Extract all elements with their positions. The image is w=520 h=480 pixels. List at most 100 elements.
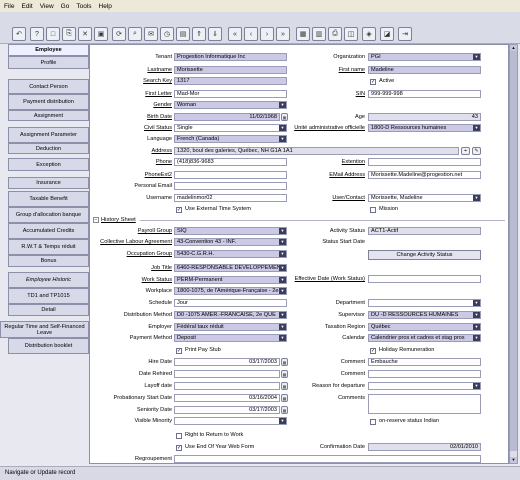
calendar-icon[interactable]: ▦: [281, 394, 288, 402]
comments-field[interactable]: [368, 394, 481, 414]
chevron-down-icon[interactable]: ▼: [473, 312, 480, 318]
holiday-remuneration-checkbox[interactable]: ✓ Holiday Remuneration: [370, 347, 434, 354]
chevron-down-icon[interactable]: ▼: [279, 288, 286, 294]
save-icon[interactable]: ▣: [94, 27, 108, 41]
personal-email-field[interactable]: [174, 182, 287, 190]
chevron-down-icon[interactable]: ▼: [473, 195, 480, 201]
address-field[interactable]: 1320, boul des galeries, Québec, NH G1A …: [174, 147, 459, 155]
supervisor-select[interactable]: DU -D RESSOURCES HUMAINES ▼: [368, 311, 481, 319]
print-icon[interactable]: ⎙: [328, 27, 342, 41]
parent-record-icon[interactable]: ⇑: [192, 27, 206, 41]
product-info-icon[interactable]: ◪: [380, 27, 394, 41]
on-reserve-checkbox[interactable]: on-reserve status Indian: [370, 418, 439, 425]
firstname-field[interactable]: Madeline: [368, 66, 481, 74]
work-status-select[interactable]: PERM-Permanent ▼: [174, 276, 287, 284]
phone-ext2-field[interactable]: [174, 171, 287, 179]
tab-payment-distribution[interactable]: Payment distribution: [8, 94, 89, 110]
calendar-select[interactable]: Calendrier pros et cadres et stag pros ▼: [368, 334, 481, 342]
next-record-icon[interactable]: ›: [260, 27, 274, 41]
department-select[interactable]: ▼: [368, 299, 481, 307]
tab-group-allocation-banque[interactable]: Group d'allocation banque: [8, 207, 89, 223]
payroll-group-select[interactable]: SIQ ▼: [174, 227, 287, 235]
history-sheet-header[interactable]: − History Sheet: [93, 217, 136, 223]
chevron-down-icon[interactable]: ▼: [473, 335, 480, 341]
active-checkbox[interactable]: ✓ Active: [370, 78, 394, 85]
edit-address-icon[interactable]: ✎: [472, 147, 481, 155]
menu-edit[interactable]: Edit: [21, 3, 32, 10]
effective-date-field[interactable]: [368, 275, 481, 283]
chevron-down-icon[interactable]: ▼: [473, 300, 480, 306]
find-icon[interactable]: ⌕: [128, 27, 142, 41]
occupation-group-select[interactable]: 5430-C.G.R.H. ▼: [174, 250, 287, 258]
calendar-icon[interactable]: ▦: [281, 113, 288, 121]
probationary-start-field[interactable]: 03/16/2004: [174, 394, 280, 402]
tab-assignment-parameter[interactable]: Assignment Parameter: [8, 127, 89, 143]
email-field[interactable]: Morissette.Madeline@progestion.net: [368, 171, 481, 179]
sin-field[interactable]: 999-999-998: [368, 90, 481, 98]
chevron-down-icon[interactable]: ▼: [279, 324, 286, 330]
grid-toggle-icon[interactable]: ▤: [176, 27, 190, 41]
cla-select[interactable]: 43-Convention 43 - INF. ▼: [174, 238, 287, 246]
location-icon[interactable]: ⌖: [461, 147, 470, 155]
delete-icon[interactable]: ✕: [78, 27, 92, 41]
chevron-down-icon[interactable]: ▼: [279, 251, 286, 257]
archive-icon[interactable]: ▥: [312, 27, 326, 41]
detail-record-icon[interactable]: ⇓: [208, 27, 222, 41]
chevron-down-icon[interactable]: ▼: [279, 312, 286, 318]
date-rehired-field[interactable]: [174, 370, 280, 378]
refresh-icon[interactable]: ⟳: [112, 27, 126, 41]
first-letter-field[interactable]: Mad-Mor: [174, 90, 287, 98]
payment-method-select[interactable]: Deposit ▼: [174, 334, 287, 342]
reason-departure-select[interactable]: ▼: [368, 382, 481, 390]
organization-field[interactable]: PGI ▼: [368, 53, 481, 61]
report-icon[interactable]: ▦: [296, 27, 310, 41]
birth-date-field[interactable]: 11/02/1968: [174, 113, 280, 121]
tab-employee-historic[interactable]: Employee Historic: [8, 272, 89, 288]
tab-rwt-temps-reduit[interactable]: R.W.T & Temps réduit: [8, 239, 89, 255]
scrollbar-thumb[interactable]: [510, 51, 517, 451]
print-preview-icon[interactable]: ◫: [344, 27, 358, 41]
scroll-down-icon[interactable]: ▼: [510, 457, 517, 463]
chevron-down-icon[interactable]: ▼: [473, 125, 480, 131]
regroupement-field[interactable]: [174, 455, 481, 463]
chevron-down-icon[interactable]: ▼: [279, 136, 286, 142]
exit-icon[interactable]: ⇥: [398, 27, 412, 41]
extention-field[interactable]: [368, 158, 481, 166]
unit-select[interactable]: 1800-D Ressources humaines ▼: [368, 124, 481, 132]
end-of-year-web-form-checkbox[interactable]: ✓ Use End Of Year Web Form: [176, 444, 254, 451]
phone-field[interactable]: (418)836-9683: [174, 158, 287, 166]
first-record-icon[interactable]: «: [228, 27, 242, 41]
chevron-down-icon[interactable]: ▼: [279, 239, 286, 245]
calendar-icon[interactable]: ▦: [281, 382, 288, 390]
tab-taxable-benefit[interactable]: Taxable Benefit: [8, 191, 89, 207]
tab-distribution-booklet[interactable]: Distribution booklet: [8, 338, 89, 354]
tab-exception[interactable]: Exception: [8, 158, 89, 171]
chevron-down-icon[interactable]: ▼: [473, 324, 480, 330]
employer-select[interactable]: Fédéral taux réduit ▼: [174, 323, 287, 331]
user-contact-select[interactable]: Morissette, Madeline ▼: [368, 194, 481, 202]
lastname-field[interactable]: Morissette: [174, 66, 287, 74]
chevron-down-icon[interactable]: ▼: [279, 418, 286, 424]
menu-help[interactable]: Help: [99, 3, 112, 10]
chevron-down-icon[interactable]: ▼: [279, 102, 286, 108]
copy-icon[interactable]: ⎘: [62, 27, 76, 41]
workplace-select[interactable]: 1800-1075, de l'Amérique-Française - 2e ▼: [174, 287, 287, 295]
print-pay-stub-checkbox[interactable]: ✓ Print Pay Stub: [176, 347, 221, 354]
chevron-down-icon[interactable]: ▼: [473, 54, 480, 60]
tab-profile[interactable]: Profile: [8, 56, 89, 69]
language-select[interactable]: French (Canada) ▼: [174, 135, 287, 143]
undo-icon[interactable]: ↶: [12, 27, 26, 41]
schedule-field[interactable]: Jour: [174, 299, 287, 307]
chevron-down-icon[interactable]: ▼: [473, 383, 480, 389]
last-record-icon[interactable]: »: [276, 27, 290, 41]
menu-view[interactable]: View: [40, 3, 54, 10]
help-icon[interactable]: ?: [30, 27, 44, 41]
change-activity-status-button[interactable]: Change Activity Status: [368, 250, 481, 260]
collapse-icon[interactable]: −: [93, 217, 99, 223]
taxation-region-select[interactable]: Québec ▼: [368, 323, 481, 331]
calendar-icon[interactable]: ▦: [281, 358, 288, 366]
new-icon[interactable]: □: [46, 27, 60, 41]
external-time-checkbox[interactable]: ✓ Use External Time System: [176, 206, 251, 213]
seniority-date-field[interactable]: 03/17/2003: [174, 406, 280, 414]
previous-record-icon[interactable]: ‹: [244, 27, 258, 41]
